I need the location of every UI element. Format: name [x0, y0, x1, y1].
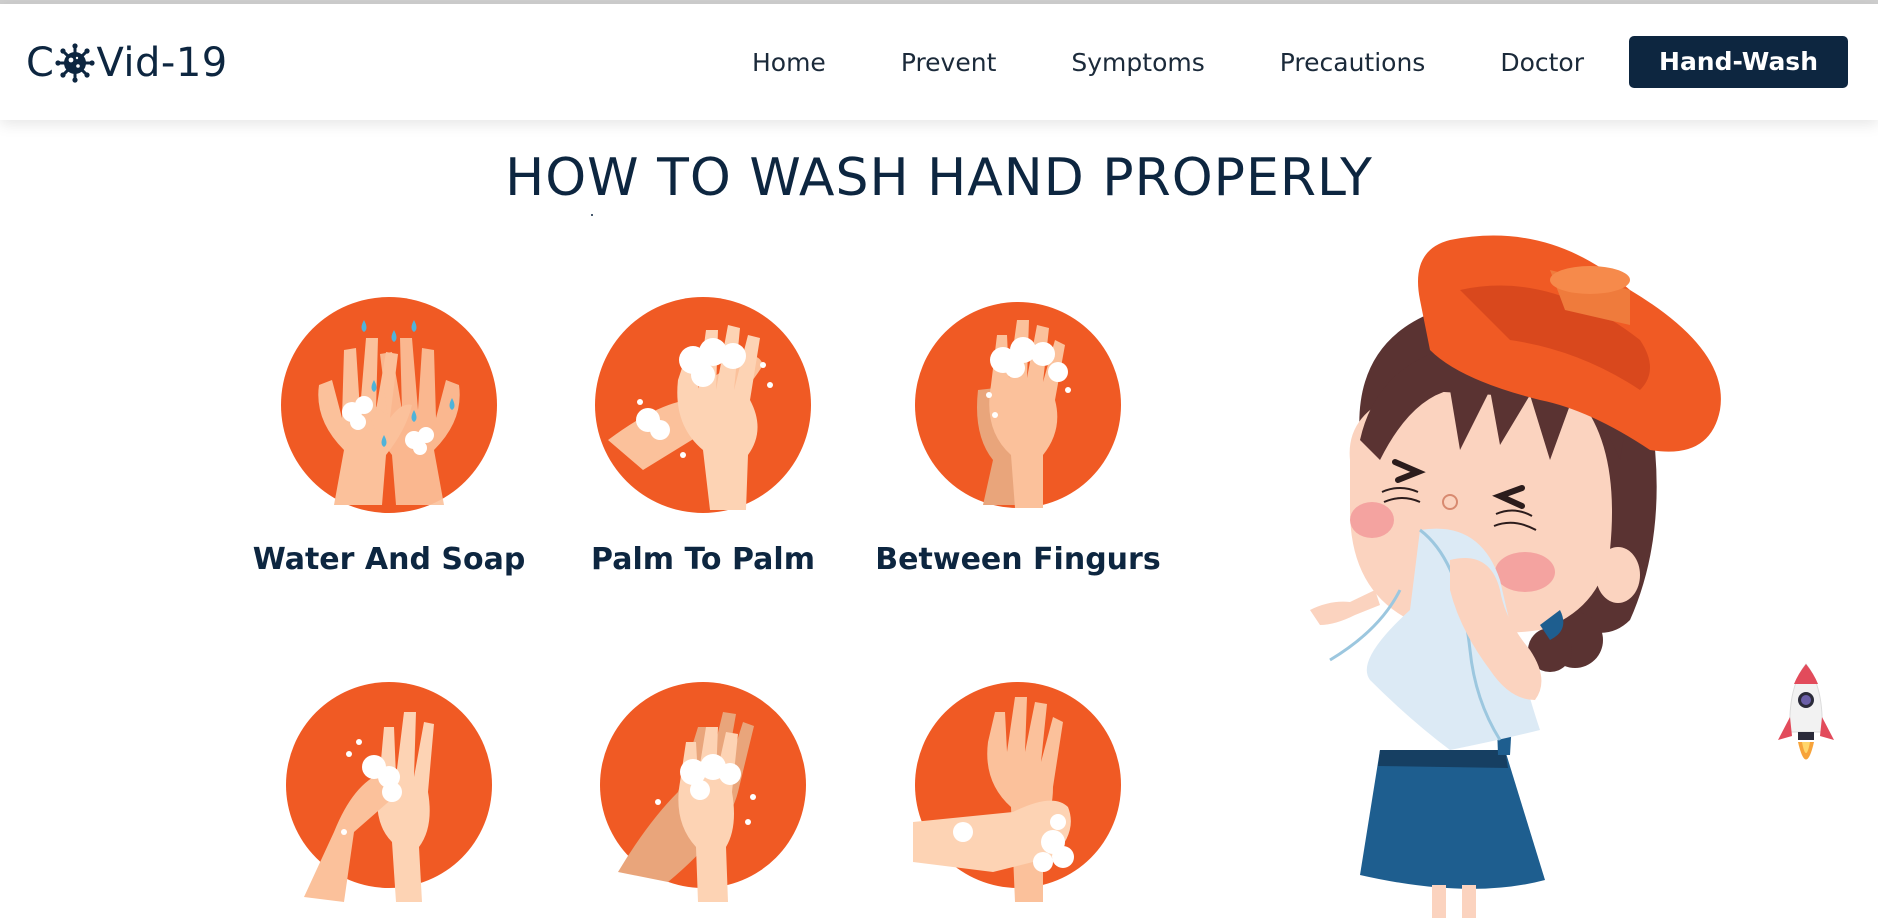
nav-symptoms[interactable]: Symptoms	[1071, 48, 1204, 77]
nav-hand-wash-button[interactable]: Hand-Wash	[1629, 36, 1848, 88]
main-nav: Home Prevent Symptoms Precautions Doctor…	[752, 36, 1848, 88]
sick-girl-illustration	[1310, 235, 1721, 918]
nav-prevent[interactable]: Prevent	[901, 48, 997, 77]
step-card-wrist	[868, 682, 1168, 912]
step-card-thumb	[239, 682, 539, 912]
virus-icon	[55, 43, 96, 83]
step-card-water-soap: Water And Soap	[239, 290, 539, 577]
nav-home[interactable]: Home	[752, 48, 826, 77]
step-card-palm-to-palm: Palm To Palm	[553, 290, 853, 577]
navbar: C Vid-19 Home Prevent Symptoms Precautio…	[0, 4, 1878, 120]
step-card-between-fingers: Between Fingurs	[868, 290, 1168, 577]
thumb-wash-icon	[286, 682, 492, 902]
step-label: Palm To Palm	[591, 542, 815, 577]
palm-to-palm-icon	[595, 297, 811, 513]
hands-water-soap-icon	[281, 297, 497, 513]
nav-precautions[interactable]: Precautions	[1280, 48, 1426, 77]
logo-text-suffix: Vid-19	[96, 40, 228, 86]
decorative-dot	[591, 214, 593, 216]
wrist-wash-icon	[913, 682, 1121, 902]
step-card-back-of-hands	[553, 682, 853, 912]
rocket-icon[interactable]	[1776, 662, 1836, 777]
logo-text-prefix: C	[26, 40, 55, 86]
page-title: HOW TO WASH HAND PROPERLY	[505, 148, 1373, 208]
step-label: Between Fingurs	[875, 542, 1161, 577]
nav-doctor[interactable]: Doctor	[1500, 48, 1584, 77]
between-fingers-icon	[915, 302, 1121, 508]
logo[interactable]: C Vid-19	[26, 38, 228, 88]
step-label: Water And Soap	[252, 542, 526, 577]
back-of-hands-icon	[600, 682, 806, 902]
